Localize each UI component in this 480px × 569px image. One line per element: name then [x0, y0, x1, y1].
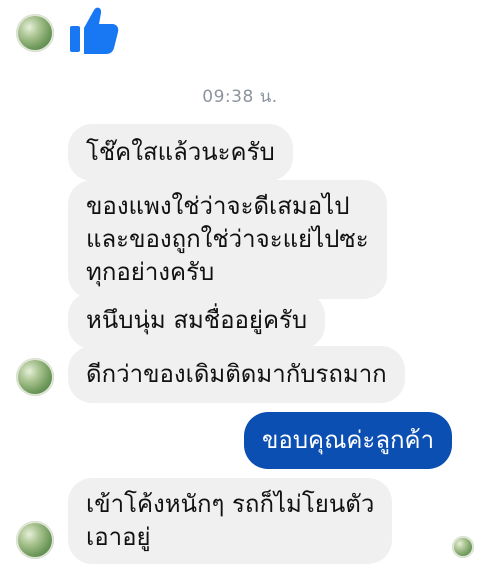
incoming-message[interactable]: เข้าโค้งหนักๆ รถก็ไม่โยนตัว เอาอยู่: [68, 478, 393, 564]
message-timestamp: 09:38 น.: [202, 87, 278, 107]
read-receipt-avatar: [452, 536, 474, 558]
message-text: โช๊คใสแล้วนะครับ: [86, 138, 275, 166]
thumbs-up-icon: [70, 7, 119, 55]
message-text: ของแพงใช่ว่าจะดีเสมอไป: [86, 192, 350, 220]
message-text: หนึบนุ่ม สมชื่ออยู่ครับ: [86, 306, 308, 334]
message-text: เข้าโค้งหนักๆ รถก็ไม่โยนตัว: [86, 490, 375, 518]
message-text: และของถูกใช่ว่าจะแย่ไปซะ: [86, 225, 369, 253]
sender-avatar[interactable]: [16, 14, 54, 52]
message-text: ดีกว่าของเดิมติดมากับรถมาก: [86, 360, 387, 388]
incoming-message[interactable]: ของแพงใช่ว่าจะดีเสมอไป และของถูกใช่ว่าจะ…: [68, 180, 387, 299]
message-text: เอาอยู่: [86, 523, 151, 551]
message-text: ขอบคุณค่ะลูกค้า: [262, 426, 435, 454]
outgoing-message[interactable]: ขอบคุณค่ะลูกค้า: [244, 412, 453, 469]
incoming-message[interactable]: ดีกว่าของเดิมติดมากับรถมาก: [68, 346, 405, 403]
incoming-message[interactable]: หนึบนุ่ม สมชื่ออยู่ครับ: [68, 292, 326, 349]
incoming-message[interactable]: โช๊คใสแล้วนะครับ: [68, 124, 293, 181]
sender-avatar[interactable]: [16, 521, 54, 559]
sender-avatar[interactable]: [16, 358, 54, 396]
message-text: ทุกอย่างครับ: [86, 258, 215, 286]
